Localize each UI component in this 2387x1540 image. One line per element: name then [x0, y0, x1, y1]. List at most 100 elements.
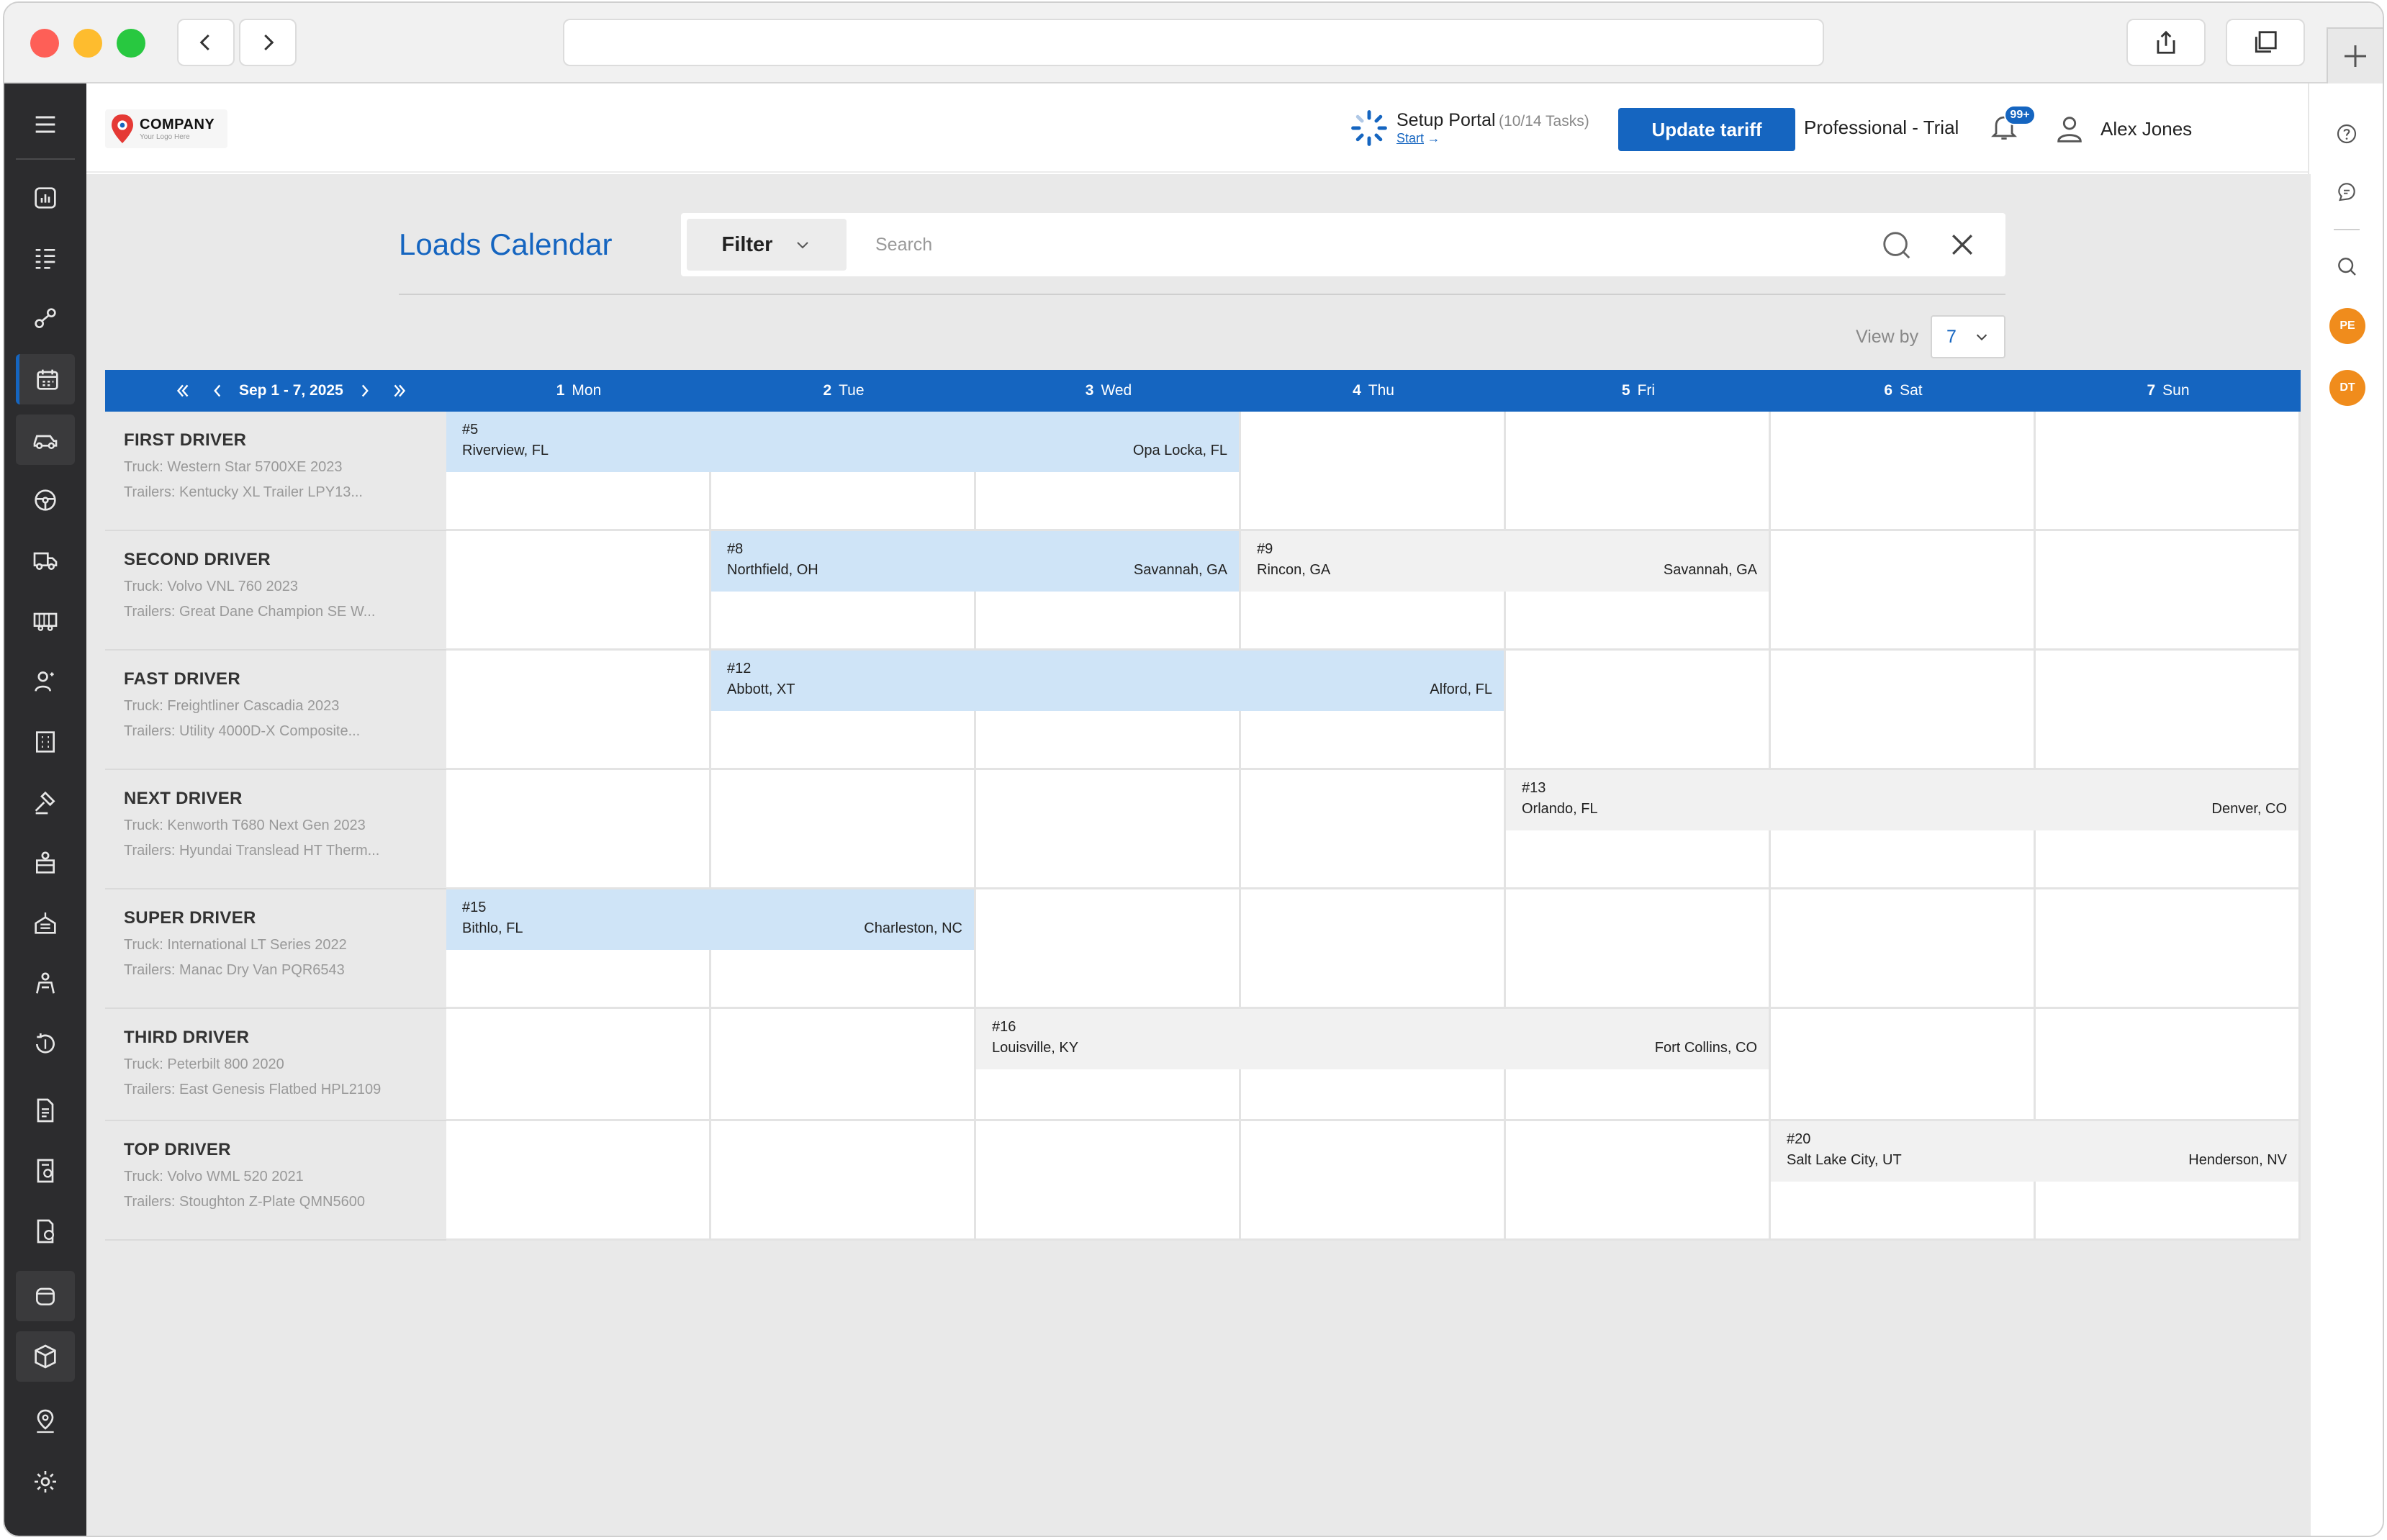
day-cell[interactable]: [1241, 412, 1506, 531]
day-cell[interactable]: [446, 531, 711, 651]
day-cell[interactable]: [976, 770, 1241, 889]
minimize-window-button[interactable]: [73, 29, 102, 58]
close-window-button[interactable]: [30, 29, 59, 58]
sidebar-item-payments[interactable]: [16, 1206, 75, 1256]
update-tariff-button[interactable]: Update tariff: [1618, 108, 1795, 151]
rail-search-button[interactable]: [2332, 252, 2361, 281]
sidebar-item-history[interactable]: [16, 1019, 75, 1069]
sidebar-item-invoices[interactable]: [16, 1146, 75, 1196]
day-cell[interactable]: [1771, 531, 2036, 651]
load-bar[interactable]: #5 Riverview, FL Opa Locka, FL: [446, 412, 1239, 472]
day-cell[interactable]: [711, 1009, 976, 1121]
plan-label: Professional - Trial: [1804, 117, 1959, 138]
day-cell[interactable]: [1241, 770, 1506, 889]
progress-spinner-icon: [1351, 110, 1387, 146]
sidebar-item-users[interactable]: [16, 656, 75, 707]
sidebar-item-fuel[interactable]: [16, 1271, 75, 1321]
sidebar-item-trailers[interactable]: [16, 596, 75, 646]
sidebar-item-locations[interactable]: [16, 1396, 75, 1446]
maximize-window-button[interactable]: [117, 29, 145, 58]
driver-info[interactable]: THIRD DRIVER Truck: Peterbilt 800 2020 Tra…: [105, 1009, 446, 1121]
load-bar[interactable]: #8 Northfield, OH Savannah, GA: [711, 531, 1239, 592]
building-icon: [36, 731, 55, 753]
sidebar-item-warehouse[interactable]: [16, 898, 75, 948]
day-cell[interactable]: [446, 651, 711, 770]
day-cell[interactable]: [711, 1121, 976, 1241]
help-button[interactable]: [2332, 119, 2361, 148]
filter-dropdown[interactable]: Filter: [687, 219, 847, 271]
sidebar-item-dashboard[interactable]: [16, 173, 75, 223]
prev-week-button[interactable]: [204, 378, 230, 404]
day-cell[interactable]: [711, 770, 976, 889]
day-cell[interactable]: [976, 1121, 1241, 1241]
new-tab-button[interactable]: [2327, 27, 2383, 83]
setup-portal[interactable]: Setup Portal (10/14 Tasks) Start →: [1349, 105, 1589, 151]
forward-button[interactable]: [239, 19, 297, 66]
next-month-button[interactable]: [387, 378, 412, 404]
day-cell[interactable]: [446, 1009, 711, 1121]
menu-button[interactable]: [16, 99, 75, 150]
load-bar[interactable]: #16 Louisville, KY Fort Collins, CO: [976, 1009, 1769, 1069]
chat-button[interactable]: [2332, 177, 2361, 206]
sidebar-item-brokers[interactable]: [16, 959, 75, 1009]
day-cell[interactable]: [2036, 1009, 2301, 1121]
driver-info[interactable]: SUPER DRIVER Truck: International LT Seri…: [105, 889, 446, 1009]
load-bar[interactable]: #9 Rincon, GA Savannah, GA: [1241, 531, 1769, 592]
day-cell[interactable]: [2036, 651, 2301, 770]
user-badge-pe[interactable]: PE: [2329, 308, 2365, 344]
day-cell[interactable]: [1506, 889, 1771, 1009]
day-cell[interactable]: [1506, 651, 1771, 770]
driver-info[interactable]: FIRST DRIVER Truck: Western Star 5700XE 2…: [105, 412, 446, 531]
day-cell[interactable]: [1506, 412, 1771, 531]
sidebar-item-settings[interactable]: [16, 1457, 75, 1507]
day-cell[interactable]: [2036, 889, 2301, 1009]
driver-info[interactable]: TOP DRIVER Truck: Volvo WML 520 2021 Trail…: [105, 1121, 446, 1241]
day-cell[interactable]: [976, 889, 1241, 1009]
sidebar-item-shippers[interactable]: [16, 838, 75, 888]
load-bar[interactable]: #15 Bithlo, FL Charleston, NC: [446, 889, 974, 950]
day-cell[interactable]: [1241, 1121, 1506, 1241]
view-by-select[interactable]: 7: [1931, 315, 2005, 358]
day-cell[interactable]: [2036, 412, 2301, 531]
driver-info[interactable]: SECOND DRIVER Truck: Volvo VNL 760 2023 Tr…: [105, 531, 446, 651]
load-bar[interactable]: #12 Abbott, XT Alford, FL: [711, 651, 1504, 711]
close-icon[interactable]: [1946, 229, 1978, 261]
day-cell[interactable]: [1771, 1009, 2036, 1121]
back-button[interactable]: [177, 19, 235, 66]
driver-info[interactable]: FAST DRIVER Truck: Freightliner Cascadia …: [105, 651, 446, 770]
sidebar-item-routes[interactable]: [16, 294, 75, 344]
driver-info[interactable]: NEXT DRIVER Truck: Kenworth T680 Next Gen…: [105, 770, 446, 889]
day-cell[interactable]: [1771, 889, 2036, 1009]
sidebar-item-drivers[interactable]: [16, 415, 75, 465]
company-logo[interactable]: COMPANY Your Logo Here: [105, 109, 227, 148]
load-bar[interactable]: #13 Orlando, FL Denver, CO: [1506, 770, 2298, 830]
user-badge-dt[interactable]: DT: [2329, 370, 2365, 406]
user-menu[interactable]: Alex Jones: [2053, 112, 2192, 145]
next-week-button[interactable]: [352, 378, 378, 404]
search-input[interactable]: [875, 230, 1811, 259]
sidebar-item-steering[interactable]: [16, 475, 75, 525]
day-cell[interactable]: [1771, 651, 2036, 770]
users-icon: [35, 671, 54, 692]
day-cell[interactable]: [446, 1121, 711, 1241]
search-icon[interactable]: [1880, 229, 1913, 262]
day-cell[interactable]: [1771, 412, 2036, 531]
tabs-button[interactable]: [2226, 19, 2305, 66]
sidebar-item-packages[interactable]: [16, 1331, 75, 1382]
sidebar-item-legal[interactable]: [16, 777, 75, 828]
share-button[interactable]: [2126, 19, 2206, 66]
setup-start-link[interactable]: Start: [1396, 131, 1424, 145]
sidebar-item-companies[interactable]: [16, 717, 75, 767]
load-origin: Orlando, FL: [1522, 801, 1598, 817]
sidebar-item-calendar[interactable]: [16, 354, 75, 404]
day-cell[interactable]: [2036, 531, 2301, 651]
day-cell[interactable]: [1506, 1121, 1771, 1241]
sidebar-item-trucks[interactable]: [16, 535, 75, 586]
address-bar[interactable]: [563, 19, 1824, 66]
load-bar[interactable]: #20 Salt Lake City, UT Henderson, NV: [1771, 1121, 2298, 1182]
day-cell[interactable]: [1241, 889, 1506, 1009]
sidebar-item-documents[interactable]: [16, 1085, 75, 1136]
prev-month-button[interactable]: [170, 378, 196, 404]
sidebar-item-loads[interactable]: [16, 233, 75, 284]
day-cell[interactable]: [446, 770, 711, 889]
